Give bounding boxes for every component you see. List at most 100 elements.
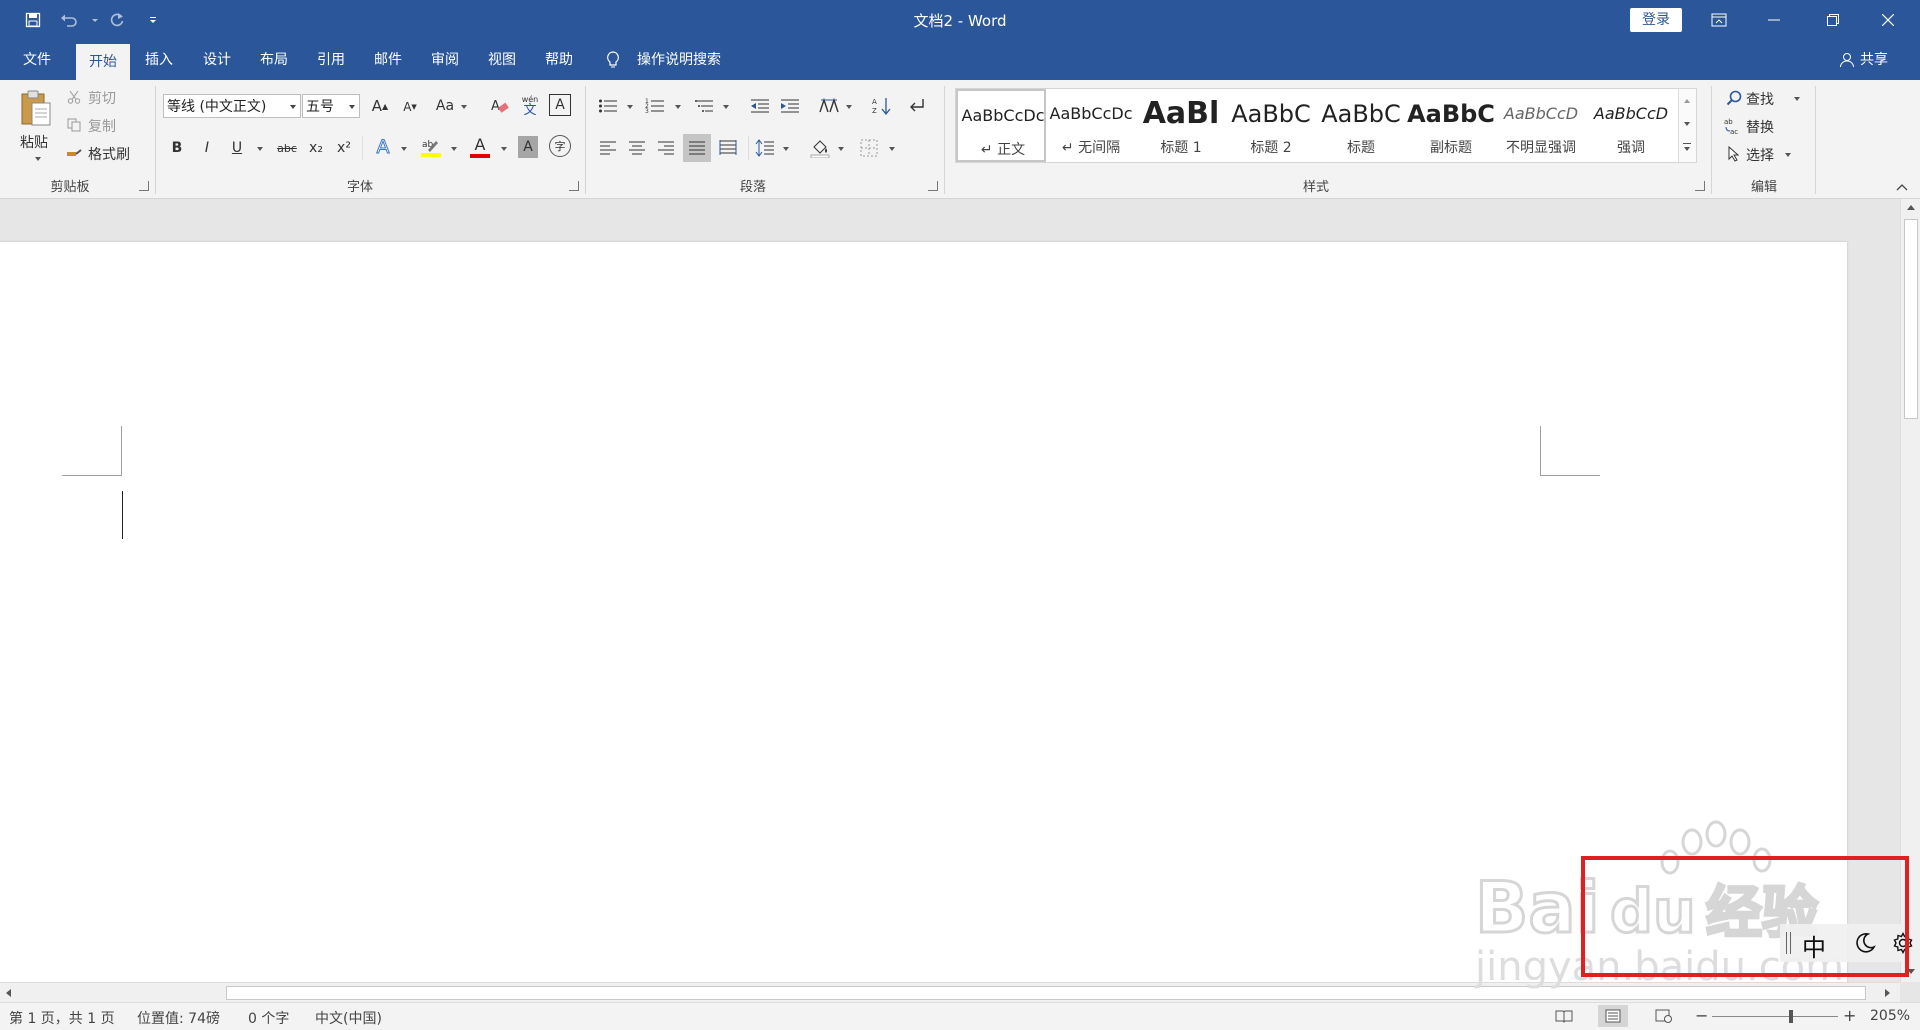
word-count[interactable]: 0 个字 xyxy=(248,1008,289,1028)
style-heading-1[interactable]: AaBl 标题 1 xyxy=(1136,89,1226,162)
tab-view[interactable]: 视图 xyxy=(477,40,527,80)
bullets-icon[interactable] xyxy=(596,94,620,118)
zoom-out-button[interactable]: − xyxy=(1695,1006,1708,1025)
decrease-indent-icon[interactable] xyxy=(748,94,772,118)
scroll-right-icon[interactable] xyxy=(1885,989,1890,997)
style-no-spacing[interactable]: AaBbCcDc ↵ 无间隔 xyxy=(1046,89,1136,162)
web-layout-icon[interactable] xyxy=(1654,1008,1674,1024)
strikethrough-button[interactable]: abc xyxy=(272,136,302,160)
style-emphasis[interactable]: AaBbCcD 强调 xyxy=(1586,89,1676,162)
copy-button[interactable]: 复制 xyxy=(88,116,116,136)
align-center-icon[interactable] xyxy=(625,136,649,160)
clear-formatting-icon[interactable]: A xyxy=(488,94,512,118)
share-button[interactable]: 共享 xyxy=(1860,40,1900,80)
distributed-icon[interactable] xyxy=(716,136,740,160)
phonetic-guide-button[interactable]: wén 文 xyxy=(518,92,542,120)
replace-button[interactable]: 替换 xyxy=(1746,117,1774,137)
borders-icon[interactable] xyxy=(857,136,881,160)
cut-button[interactable]: 剪切 xyxy=(88,88,116,108)
character-border-button[interactable]: A xyxy=(549,94,571,116)
login-button[interactable]: 登录 xyxy=(1630,8,1682,32)
gallery-up-arrow-icon[interactable] xyxy=(1684,99,1690,103)
tab-help[interactable]: 帮助 xyxy=(534,40,584,80)
highlight-dropdown-icon[interactable] xyxy=(451,147,457,151)
subscript-button[interactable]: x₂ xyxy=(305,136,327,160)
select-button[interactable]: 选择 xyxy=(1746,145,1774,165)
horizontal-scroll-thumb[interactable] xyxy=(226,986,1866,1000)
font-color-dropdown-icon[interactable] xyxy=(501,147,507,151)
character-shading-button[interactable]: A xyxy=(518,136,538,158)
tab-mailings[interactable]: 邮件 xyxy=(363,40,413,80)
zoom-in-button[interactable]: + xyxy=(1843,1006,1856,1025)
increase-indent-icon[interactable] xyxy=(778,94,802,118)
style-heading-2[interactable]: AaBbC 标题 2 xyxy=(1226,89,1316,162)
paste-dropdown-icon[interactable] xyxy=(35,157,41,161)
gallery-more-arrow-icon[interactable] xyxy=(1684,147,1690,151)
clipboard-dialog-launcher[interactable] xyxy=(139,181,149,191)
find-button[interactable]: 查找 xyxy=(1746,89,1774,109)
change-case-dropdown-icon[interactable] xyxy=(461,105,467,109)
paragraph-dialog-launcher[interactable] xyxy=(928,181,938,191)
styles-dialog-launcher[interactable] xyxy=(1695,181,1705,191)
style-subtle-emphasis[interactable]: AaBbCcD 不明显强调 xyxy=(1496,89,1586,162)
sort-icon[interactable]: AZ xyxy=(870,94,894,118)
shading-dropdown-icon[interactable] xyxy=(838,147,844,151)
underline-button[interactable]: U xyxy=(227,136,247,160)
borders-dropdown-icon[interactable] xyxy=(889,147,895,151)
multilevel-list-dropdown-icon[interactable] xyxy=(723,105,729,109)
numbering-dropdown-icon[interactable] xyxy=(675,105,681,109)
superscript-button[interactable]: x² xyxy=(333,136,355,160)
line-spacing-dropdown-icon[interactable] xyxy=(783,147,789,151)
language-indicator[interactable]: 中文(中国) xyxy=(315,1008,382,1028)
highlight-icon[interactable]: ab xyxy=(418,134,444,160)
line-spacing-icon[interactable] xyxy=(753,136,777,160)
chinese-layout-dropdown-icon[interactable] xyxy=(846,105,852,109)
chinese-layout-icon[interactable] xyxy=(816,94,842,118)
font-size-combo[interactable]: 五号 xyxy=(302,94,360,118)
multilevel-list-icon[interactable] xyxy=(693,94,717,118)
align-left-icon[interactable] xyxy=(596,136,620,160)
shrink-font-button[interactable]: A ▼ xyxy=(400,96,420,118)
format-painter-button[interactable]: 格式刷 xyxy=(88,144,130,164)
italic-button[interactable]: I xyxy=(197,136,217,160)
font-color-button[interactable]: A xyxy=(467,134,493,160)
zoom-slider[interactable] xyxy=(1712,1016,1838,1017)
select-dropdown-icon[interactable] xyxy=(1785,153,1791,157)
collapse-ribbon-icon[interactable] xyxy=(1894,180,1910,194)
paste-button-label[interactable]: 粘贴 xyxy=(20,132,48,152)
find-dropdown-icon[interactable] xyxy=(1794,97,1800,101)
underline-dropdown-icon[interactable] xyxy=(257,147,263,151)
style-normal[interactable]: AaBbCcDc ↵ 正文 xyxy=(956,89,1046,162)
justify-icon[interactable] xyxy=(683,134,711,162)
scroll-left-icon[interactable] xyxy=(6,989,11,997)
paste-icon[interactable] xyxy=(16,88,56,130)
gallery-more-icon[interactable] xyxy=(1683,143,1691,144)
close-icon[interactable] xyxy=(1865,0,1911,40)
text-effects-dropdown-icon[interactable] xyxy=(401,147,407,151)
enclose-characters-button[interactable]: 字 xyxy=(549,135,571,157)
style-title[interactable]: AaBbC 标题 xyxy=(1316,89,1406,162)
font-name-combo[interactable]: 等线 (中文正文) xyxy=(163,94,301,118)
bullets-dropdown-icon[interactable] xyxy=(627,105,633,109)
tab-insert[interactable]: 插入 xyxy=(134,40,184,80)
ribbon-display-options-icon[interactable] xyxy=(1696,0,1742,40)
tab-review[interactable]: 审阅 xyxy=(420,40,470,80)
minimize-icon[interactable] xyxy=(1751,0,1797,40)
gallery-down-arrow-icon[interactable] xyxy=(1684,122,1690,126)
zoom-slider-thumb[interactable] xyxy=(1789,1010,1793,1023)
tab-references[interactable]: 引用 xyxy=(306,40,356,80)
horizontal-scrollbar[interactable] xyxy=(0,982,1900,1003)
print-layout-icon[interactable] xyxy=(1598,1005,1628,1027)
shading-icon[interactable] xyxy=(808,136,832,160)
restore-icon[interactable] xyxy=(1810,0,1856,40)
document-page[interactable] xyxy=(0,242,1847,982)
read-mode-icon[interactable] xyxy=(1554,1008,1574,1024)
tab-design[interactable]: 设计 xyxy=(192,40,242,80)
numbering-icon[interactable]: 123 xyxy=(643,94,667,118)
show-paragraph-marks-icon[interactable] xyxy=(905,94,929,118)
tab-file[interactable]: 文件 xyxy=(12,40,62,80)
tab-layout[interactable]: 布局 xyxy=(249,40,299,80)
bold-button[interactable]: B xyxy=(167,136,187,160)
tab-home[interactable]: 开始 xyxy=(76,44,130,80)
zoom-level[interactable]: 205% xyxy=(1870,1008,1910,1024)
